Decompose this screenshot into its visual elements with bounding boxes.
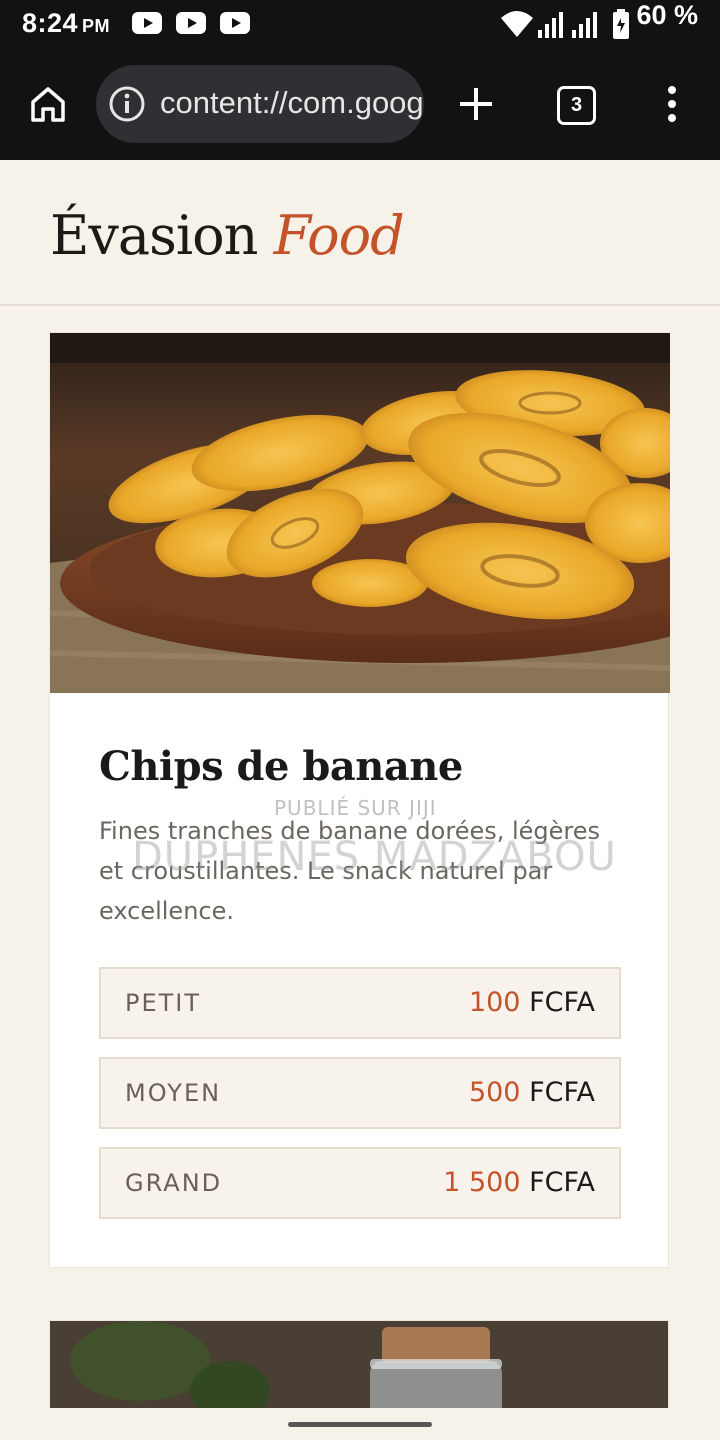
brand-accent: Food: [273, 204, 405, 267]
wifi-icon: [501, 11, 533, 37]
tab-switcher-button[interactable]: 3: [557, 86, 596, 125]
address-bar[interactable]: content://com.google.android: [96, 65, 424, 143]
price-value: 100 FCFA: [468, 987, 595, 1018]
youtube-icon: [176, 12, 206, 34]
size-label: GRAND: [125, 1169, 223, 1197]
battery-percent: 60 %: [636, 0, 698, 30]
info-icon[interactable]: [108, 85, 146, 123]
signal-icon: [572, 12, 597, 38]
price-value: 1 500 FCFA: [443, 1167, 595, 1198]
more-menu-icon[interactable]: [660, 84, 684, 124]
price-value: 500 FCFA: [468, 1077, 595, 1108]
status-bar: 8:24 PM 60 %: [0, 0, 720, 50]
price-row[interactable]: GRAND 1 500 FCFA: [99, 1147, 621, 1219]
status-time: 8:24 PM: [22, 8, 111, 38]
home-icon[interactable]: [28, 84, 68, 124]
size-label: PETIT: [125, 989, 202, 1017]
watermark-line-1: PUBLIÉ SUR JIJI: [274, 796, 437, 820]
size-label: MOYEN: [125, 1079, 222, 1107]
youtube-icon: [220, 12, 250, 34]
product-title: Chips de banane: [99, 743, 463, 790]
price-row[interactable]: MOYEN 500 FCFA: [99, 1057, 621, 1129]
site-logo[interactable]: Évasion Food: [50, 204, 405, 267]
browser-toolbar: content://com.google.android 3: [0, 50, 720, 160]
new-tab-icon[interactable]: [456, 84, 496, 124]
youtube-icon: [132, 12, 162, 34]
battery-icon: [613, 9, 629, 39]
price-row[interactable]: PETIT 100 FCFA: [99, 967, 621, 1039]
brand-name: Évasion: [50, 204, 274, 267]
site-header: Évasion Food: [0, 160, 720, 306]
product-image: [50, 333, 670, 693]
watermark-line-2: DUPHENES MADZABOU: [132, 834, 617, 880]
url-text[interactable]: content://com.google.android: [160, 85, 424, 121]
signal-icon: [538, 12, 563, 38]
gesture-handle[interactable]: [288, 1422, 432, 1427]
